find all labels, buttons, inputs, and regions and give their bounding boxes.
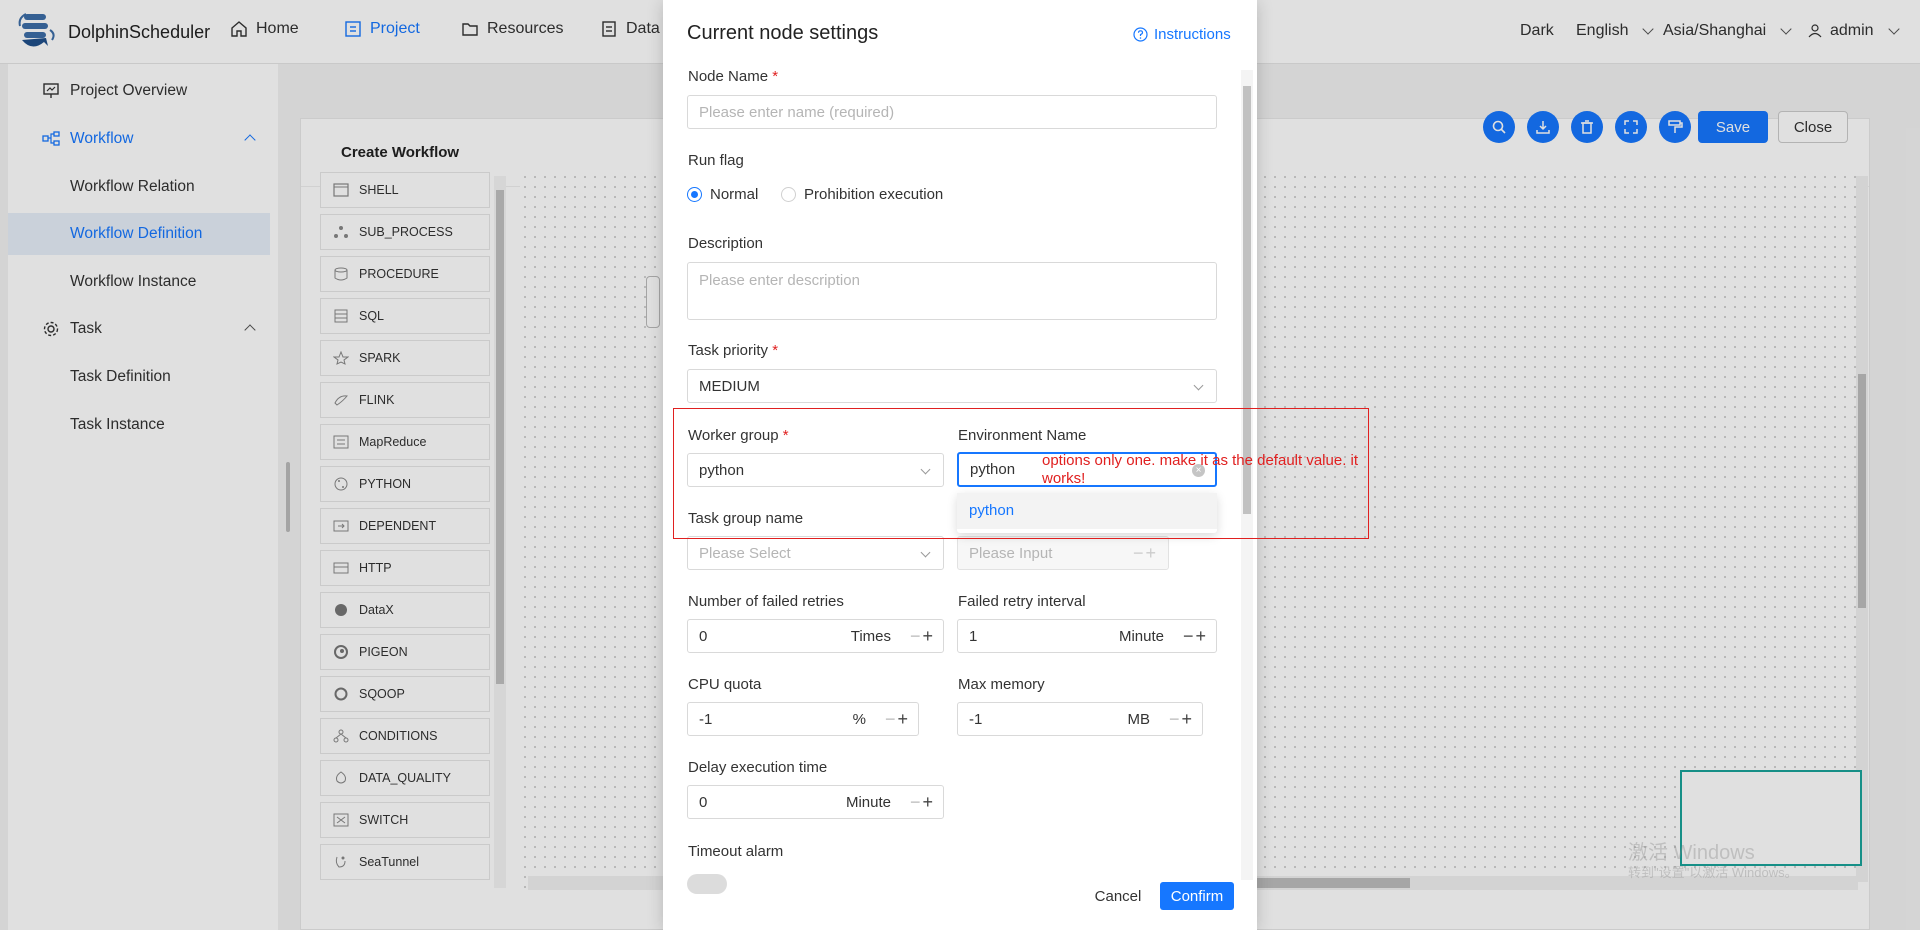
max-memory-label: Max memory (958, 676, 1045, 693)
instructions-link[interactable]: Instructions (1133, 26, 1231, 43)
run-flag-prohibit-label: Prohibition execution (804, 186, 944, 203)
delay-execution-value: 0 (699, 793, 708, 811)
cpu-quota-input[interactable]: -1 % −+ (687, 702, 919, 736)
failed-retries-unit: Times (850, 627, 891, 645)
stepper-buttons[interactable]: −+ (910, 626, 935, 647)
node-name-input[interactable]: Please enter name (required) (687, 95, 1217, 129)
retry-interval-unit: Minute (1118, 627, 1164, 645)
delay-execution-label: Delay execution time (688, 759, 828, 776)
stepper-buttons[interactable]: −+ (1183, 626, 1208, 647)
task-priority-label-text: Task priority (688, 342, 769, 359)
plus-icon[interactable]: + (1181, 709, 1194, 729)
max-memory-unit: MB (1127, 710, 1151, 728)
run-flag-normal-label: Normal (710, 186, 759, 203)
task-group-select[interactable]: Please Select (687, 536, 944, 570)
failed-retries-input[interactable]: 0 Times −+ (687, 619, 944, 653)
stepper-buttons[interactable]: −+ (1133, 543, 1158, 564)
retry-interval-input[interactable]: 1 Minute −+ (957, 619, 1217, 653)
task-priority-label: Task priority * (688, 342, 778, 359)
cpu-quota-label: CPU quota (688, 676, 762, 693)
minus-icon[interactable]: − (1133, 543, 1146, 563)
required-mark: * (772, 342, 779, 359)
plus-icon[interactable]: + (1145, 543, 1158, 563)
instructions-label: Instructions (1154, 26, 1231, 43)
radio-checked-icon (687, 187, 702, 202)
minus-icon[interactable]: − (910, 626, 923, 646)
node-name-label: Node Name * (688, 68, 778, 85)
minus-icon[interactable]: − (1183, 626, 1196, 646)
node-name-label-text: Node Name (688, 68, 769, 85)
description-label: Description (688, 235, 764, 252)
description-textarea[interactable]: Please enter description (687, 262, 1217, 320)
run-flag-normal-radio[interactable]: Normal (687, 186, 758, 203)
timeout-alarm-label: Timeout alarm (688, 843, 784, 860)
minus-icon[interactable]: − (1169, 709, 1182, 729)
stepper-buttons[interactable]: −+ (910, 792, 935, 813)
chevron-down-icon (1193, 380, 1204, 391)
task-group-placeholder: Please Select (699, 544, 791, 562)
retry-interval-label: Failed retry interval (958, 593, 1086, 610)
annotation-text: options only one. make it as the default… (1042, 452, 1359, 487)
minus-icon[interactable]: − (910, 792, 923, 812)
required-mark: * (772, 68, 779, 85)
cancel-button[interactable]: Cancel (1086, 882, 1150, 910)
confirm-button[interactable]: Confirm (1160, 882, 1234, 910)
modal-title: Current node settings (687, 22, 879, 44)
run-flag-prohibit-radio[interactable]: Prohibition execution (781, 186, 943, 203)
max-memory-input[interactable]: -1 MB −+ (957, 702, 1203, 736)
task-group-priority-input[interactable]: Please Input −+ (957, 536, 1169, 570)
task-group-priority-placeholder: Please Input (969, 544, 1053, 562)
cpu-quota-unit: % (852, 710, 866, 728)
help-circle-icon (1133, 27, 1148, 42)
stepper-buttons[interactable]: −+ (1169, 709, 1194, 730)
plus-icon[interactable]: + (897, 709, 910, 729)
minus-icon[interactable]: − (885, 709, 898, 729)
run-flag-label: Run flag (688, 152, 744, 169)
max-memory-value: -1 (969, 710, 983, 728)
task-priority-select[interactable]: MEDIUM (687, 369, 1217, 403)
failed-retries-label: Number of failed retries (688, 593, 844, 610)
plus-icon[interactable]: + (1195, 626, 1208, 646)
delay-execution-unit: Minute (845, 793, 891, 811)
failed-retries-value: 0 (699, 627, 708, 645)
plus-icon[interactable]: + (922, 626, 935, 646)
chevron-down-icon (920, 547, 931, 558)
task-priority-value: MEDIUM (699, 377, 760, 395)
retry-interval-value: 1 (969, 627, 978, 645)
plus-icon[interactable]: + (922, 792, 935, 812)
delay-execution-input[interactable]: 0 Minute −+ (687, 785, 944, 819)
stepper-buttons[interactable]: −+ (885, 709, 910, 730)
radio-unchecked-icon (781, 187, 796, 202)
cpu-quota-value: -1 (699, 710, 713, 728)
timeout-alarm-switch[interactable] (687, 874, 727, 894)
